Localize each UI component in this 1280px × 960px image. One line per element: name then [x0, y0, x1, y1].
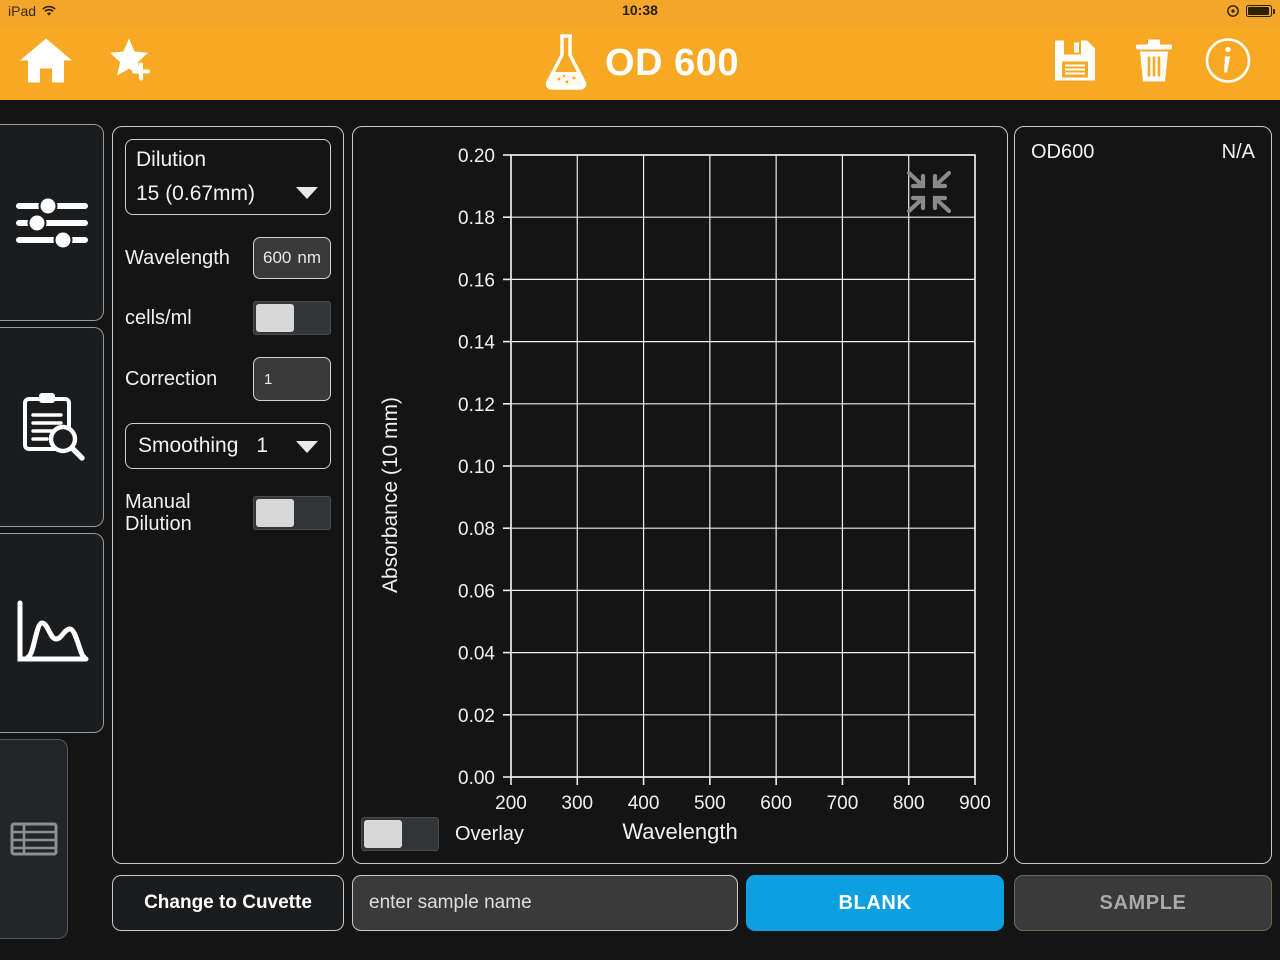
clipboard-search-icon [22, 393, 85, 461]
y-tick-label: 0.20 [458, 146, 495, 167]
clock: 10:38 [622, 2, 658, 18]
correction-row: Correction 1 [125, 357, 331, 401]
smoothing-value: 1 [256, 434, 269, 457]
sliders-icon [15, 196, 88, 249]
y-tick-label: 0.06 [458, 581, 495, 602]
correction-input[interactable]: 1 [253, 357, 331, 401]
chart-area: Absorbance (10 mm) 0.00 0.02 0.04 0.06 0.08 0… [353, 127, 1007, 863]
rotation-lock-icon [1227, 5, 1239, 17]
manual-dilution-toggle[interactable] [253, 496, 331, 530]
curve-chart-icon [17, 600, 88, 662]
dilution-label: Dilution [136, 148, 207, 171]
y-tick-label: 0.14 [458, 333, 495, 354]
app-header: OD 600 [0, 26, 1280, 100]
trash-icon[interactable] [1133, 37, 1175, 90]
change-to-cuvette-button[interactable]: Change to Cuvette [112, 875, 344, 931]
x-tick-label: 200 [495, 793, 527, 814]
cells-per-ml-label: cells/ml [125, 307, 192, 329]
x-tick-label: 500 [694, 793, 726, 814]
controls-panel: Dilution 15 (0.67mm) Wavelength 600 nm c… [112, 126, 344, 864]
wavelength-row: Wavelength 600 nm [125, 237, 331, 279]
dilution-dropdown[interactable]: Dilution 15 (0.67mm) [125, 139, 331, 215]
info-icon[interactable] [1204, 37, 1252, 90]
x-tick-label: 300 [561, 793, 593, 814]
overlay-control: Overlay [361, 817, 524, 851]
collapse-arrows-icon[interactable] [905, 169, 953, 220]
y-tick-label: 0.12 [458, 395, 495, 416]
sidebar-item-settings-sliders[interactable] [0, 124, 104, 321]
sample-button[interactable]: SAMPLE [1014, 875, 1272, 931]
overlay-label: Overlay [455, 822, 524, 845]
sidebar-item-spectrum-chart[interactable] [0, 533, 104, 733]
sample-name-input[interactable]: enter sample name [352, 875, 738, 931]
correction-label: Correction [125, 368, 218, 390]
y-tick-label: 0.00 [458, 768, 495, 789]
x-tick-label: 900 [959, 793, 991, 814]
x-tick-label: 600 [760, 793, 792, 814]
overlay-toggle[interactable] [361, 817, 439, 851]
flask-icon [545, 34, 587, 90]
sidebar-item-sample-inspect[interactable] [0, 327, 104, 527]
wavelength-input[interactable]: 600 nm [253, 237, 331, 279]
blank-button[interactable]: BLANK [746, 875, 1004, 931]
page-title: OD 600 [605, 41, 739, 84]
wavelength-unit: nm [297, 248, 321, 267]
manual-dilution-row: Manual Dilution [125, 491, 331, 535]
result-name: OD600 [1031, 141, 1095, 163]
table-icon [10, 822, 57, 856]
app-root: iPad 10:38 OD 600 Dilution 15 (0.67mm) W… [0, 0, 1280, 960]
y-tick-label: 0.18 [458, 208, 495, 229]
chevron-down-icon [296, 187, 318, 199]
battery-icon [1246, 5, 1275, 17]
y-tick-label: 0.16 [458, 270, 495, 291]
left-sidebar [0, 124, 106, 940]
status-right [1226, 4, 1275, 18]
x-tick-label: 400 [628, 793, 660, 814]
save-icon[interactable] [1052, 38, 1098, 89]
correction-value: 1 [264, 370, 273, 388]
chevron-down-icon [296, 441, 318, 453]
y-tick-label: 0.04 [458, 644, 495, 665]
spectrum-plot[interactable]: 0.00 0.02 0.04 0.06 0.08 0.10 0.12 0.14 0.16 0.18… [353, 127, 1009, 865]
smoothing-dropdown[interactable]: Smoothing 1 [125, 423, 331, 469]
wavelength-value: 600 [263, 248, 292, 267]
ios-status-bar: iPad 10:38 [0, 0, 1280, 26]
smoothing-label: Smoothing [138, 434, 239, 457]
x-tick-label: 800 [893, 793, 925, 814]
result-row: OD600 N/A [1031, 141, 1255, 164]
wavelength-label: Wavelength [125, 247, 230, 269]
x-tick-label: 700 [827, 793, 859, 814]
y-tick-label: 0.08 [458, 519, 495, 540]
chart-panel: Absorbance (10 mm) 0.00 0.02 0.04 0.06 0.08 0… [352, 126, 1008, 864]
cells-per-ml-row: cells/ml [125, 301, 331, 335]
result-value: N/A [1221, 141, 1255, 163]
dilution-value: 15 (0.67mm) [136, 182, 256, 205]
manual-dilution-label: Manual Dilution [125, 491, 192, 535]
y-tick-label: 0.02 [458, 706, 495, 727]
sidebar-item-data-table[interactable] [0, 739, 68, 939]
results-panel: OD600 N/A [1014, 126, 1272, 864]
y-tick-label: 0.10 [458, 457, 495, 478]
cells-per-ml-toggle[interactable] [253, 301, 331, 335]
